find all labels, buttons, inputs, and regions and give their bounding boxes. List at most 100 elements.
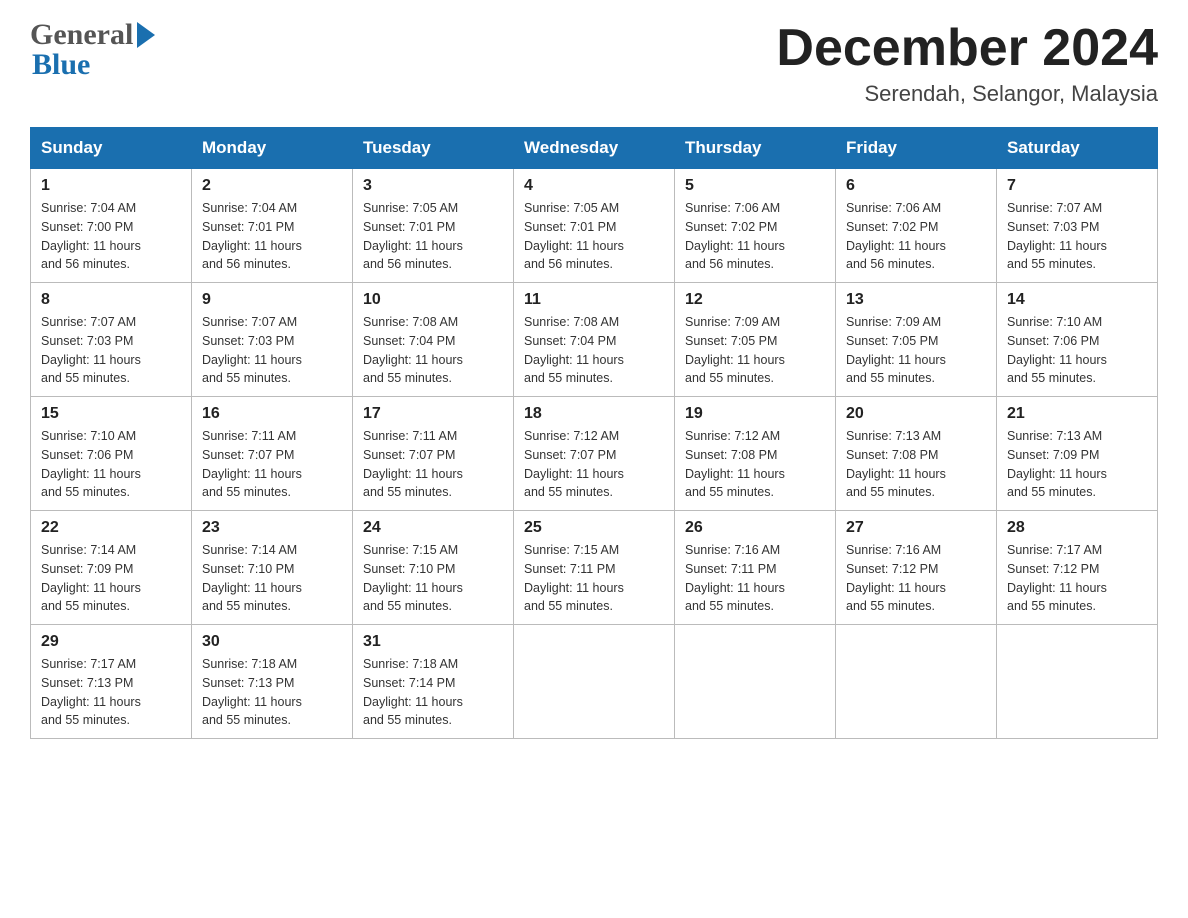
table-row (675, 625, 836, 739)
day-number: 22 (41, 519, 181, 537)
day-number: 7 (1007, 177, 1147, 195)
day-number: 10 (363, 291, 503, 309)
col-thursday: Thursday (675, 128, 836, 169)
col-sunday: Sunday (31, 128, 192, 169)
day-info: Sunrise: 7:13 AMSunset: 7:08 PMDaylight:… (846, 429, 946, 499)
day-number: 3 (363, 177, 503, 195)
day-info: Sunrise: 7:15 AMSunset: 7:11 PMDaylight:… (524, 543, 624, 613)
table-row: 7 Sunrise: 7:07 AMSunset: 7:03 PMDayligh… (997, 169, 1158, 283)
col-monday: Monday (192, 128, 353, 169)
calendar-week-row: 1 Sunrise: 7:04 AMSunset: 7:00 PMDayligh… (31, 169, 1158, 283)
day-number: 17 (363, 405, 503, 423)
day-info: Sunrise: 7:15 AMSunset: 7:10 PMDaylight:… (363, 543, 463, 613)
table-row: 23 Sunrise: 7:14 AMSunset: 7:10 PMDaylig… (192, 511, 353, 625)
table-row: 24 Sunrise: 7:15 AMSunset: 7:10 PMDaylig… (353, 511, 514, 625)
day-number: 1 (41, 177, 181, 195)
day-number: 30 (202, 633, 342, 651)
day-number: 28 (1007, 519, 1147, 537)
day-number: 4 (524, 177, 664, 195)
col-friday: Friday (836, 128, 997, 169)
table-row: 17 Sunrise: 7:11 AMSunset: 7:07 PMDaylig… (353, 397, 514, 511)
day-number: 20 (846, 405, 986, 423)
day-info: Sunrise: 7:10 AMSunset: 7:06 PMDaylight:… (41, 429, 141, 499)
day-info: Sunrise: 7:04 AMSunset: 7:00 PMDaylight:… (41, 201, 141, 271)
day-number: 24 (363, 519, 503, 537)
table-row: 6 Sunrise: 7:06 AMSunset: 7:02 PMDayligh… (836, 169, 997, 283)
day-number: 23 (202, 519, 342, 537)
calendar-week-row: 15 Sunrise: 7:10 AMSunset: 7:06 PMDaylig… (31, 397, 1158, 511)
day-info: Sunrise: 7:06 AMSunset: 7:02 PMDaylight:… (685, 201, 785, 271)
table-row: 30 Sunrise: 7:18 AMSunset: 7:13 PMDaylig… (192, 625, 353, 739)
day-number: 21 (1007, 405, 1147, 423)
table-row: 22 Sunrise: 7:14 AMSunset: 7:09 PMDaylig… (31, 511, 192, 625)
table-row: 5 Sunrise: 7:06 AMSunset: 7:02 PMDayligh… (675, 169, 836, 283)
logo-blue-text: Blue (32, 50, 155, 80)
table-row: 18 Sunrise: 7:12 AMSunset: 7:07 PMDaylig… (514, 397, 675, 511)
table-row: 19 Sunrise: 7:12 AMSunset: 7:08 PMDaylig… (675, 397, 836, 511)
col-tuesday: Tuesday (353, 128, 514, 169)
table-row: 3 Sunrise: 7:05 AMSunset: 7:01 PMDayligh… (353, 169, 514, 283)
calendar-header-row: Sunday Monday Tuesday Wednesday Thursday… (31, 128, 1158, 169)
day-number: 6 (846, 177, 986, 195)
table-row: 25 Sunrise: 7:15 AMSunset: 7:11 PMDaylig… (514, 511, 675, 625)
day-info: Sunrise: 7:07 AMSunset: 7:03 PMDaylight:… (41, 315, 141, 385)
table-row: 26 Sunrise: 7:16 AMSunset: 7:11 PMDaylig… (675, 511, 836, 625)
day-number: 25 (524, 519, 664, 537)
day-number: 18 (524, 405, 664, 423)
table-row: 10 Sunrise: 7:08 AMSunset: 7:04 PMDaylig… (353, 283, 514, 397)
table-row: 14 Sunrise: 7:10 AMSunset: 7:06 PMDaylig… (997, 283, 1158, 397)
day-number: 15 (41, 405, 181, 423)
day-info: Sunrise: 7:11 AMSunset: 7:07 PMDaylight:… (363, 429, 463, 499)
table-row: 1 Sunrise: 7:04 AMSunset: 7:00 PMDayligh… (31, 169, 192, 283)
table-row: 8 Sunrise: 7:07 AMSunset: 7:03 PMDayligh… (31, 283, 192, 397)
table-row (836, 625, 997, 739)
day-number: 14 (1007, 291, 1147, 309)
location-subtitle: Serendah, Selangor, Malaysia (776, 81, 1158, 107)
day-number: 5 (685, 177, 825, 195)
day-info: Sunrise: 7:14 AMSunset: 7:09 PMDaylight:… (41, 543, 141, 613)
table-row: 21 Sunrise: 7:13 AMSunset: 7:09 PMDaylig… (997, 397, 1158, 511)
day-info: Sunrise: 7:14 AMSunset: 7:10 PMDaylight:… (202, 543, 302, 613)
table-row: 11 Sunrise: 7:08 AMSunset: 7:04 PMDaylig… (514, 283, 675, 397)
day-number: 8 (41, 291, 181, 309)
day-number: 12 (685, 291, 825, 309)
day-number: 27 (846, 519, 986, 537)
day-info: Sunrise: 7:09 AMSunset: 7:05 PMDaylight:… (846, 315, 946, 385)
table-row: 13 Sunrise: 7:09 AMSunset: 7:05 PMDaylig… (836, 283, 997, 397)
calendar-week-row: 8 Sunrise: 7:07 AMSunset: 7:03 PMDayligh… (31, 283, 1158, 397)
day-info: Sunrise: 7:17 AMSunset: 7:12 PMDaylight:… (1007, 543, 1107, 613)
table-row: 27 Sunrise: 7:16 AMSunset: 7:12 PMDaylig… (836, 511, 997, 625)
day-number: 9 (202, 291, 342, 309)
day-info: Sunrise: 7:18 AMSunset: 7:14 PMDaylight:… (363, 657, 463, 727)
day-info: Sunrise: 7:05 AMSunset: 7:01 PMDaylight:… (524, 201, 624, 271)
table-row: 16 Sunrise: 7:11 AMSunset: 7:07 PMDaylig… (192, 397, 353, 511)
day-info: Sunrise: 7:11 AMSunset: 7:07 PMDaylight:… (202, 429, 302, 499)
day-number: 11 (524, 291, 664, 309)
table-row: 9 Sunrise: 7:07 AMSunset: 7:03 PMDayligh… (192, 283, 353, 397)
day-info: Sunrise: 7:07 AMSunset: 7:03 PMDaylight:… (1007, 201, 1107, 271)
title-area: December 2024 Serendah, Selangor, Malays… (776, 20, 1158, 107)
day-info: Sunrise: 7:06 AMSunset: 7:02 PMDaylight:… (846, 201, 946, 271)
table-row: 4 Sunrise: 7:05 AMSunset: 7:01 PMDayligh… (514, 169, 675, 283)
table-row (997, 625, 1158, 739)
table-row: 2 Sunrise: 7:04 AMSunset: 7:01 PMDayligh… (192, 169, 353, 283)
logo-arrow-icon (137, 22, 155, 48)
day-info: Sunrise: 7:09 AMSunset: 7:05 PMDaylight:… (685, 315, 785, 385)
table-row: 20 Sunrise: 7:13 AMSunset: 7:08 PMDaylig… (836, 397, 997, 511)
table-row: 15 Sunrise: 7:10 AMSunset: 7:06 PMDaylig… (31, 397, 192, 511)
day-number: 2 (202, 177, 342, 195)
day-number: 16 (202, 405, 342, 423)
day-number: 26 (685, 519, 825, 537)
day-info: Sunrise: 7:16 AMSunset: 7:12 PMDaylight:… (846, 543, 946, 613)
day-number: 29 (41, 633, 181, 651)
logo-general-text: General (30, 20, 133, 50)
day-info: Sunrise: 7:04 AMSunset: 7:01 PMDaylight:… (202, 201, 302, 271)
table-row: 12 Sunrise: 7:09 AMSunset: 7:05 PMDaylig… (675, 283, 836, 397)
day-info: Sunrise: 7:08 AMSunset: 7:04 PMDaylight:… (363, 315, 463, 385)
calendar-table: Sunday Monday Tuesday Wednesday Thursday… (30, 127, 1158, 739)
day-info: Sunrise: 7:16 AMSunset: 7:11 PMDaylight:… (685, 543, 785, 613)
col-wednesday: Wednesday (514, 128, 675, 169)
day-info: Sunrise: 7:12 AMSunset: 7:07 PMDaylight:… (524, 429, 624, 499)
month-title: December 2024 (776, 20, 1158, 77)
calendar-week-row: 22 Sunrise: 7:14 AMSunset: 7:09 PMDaylig… (31, 511, 1158, 625)
